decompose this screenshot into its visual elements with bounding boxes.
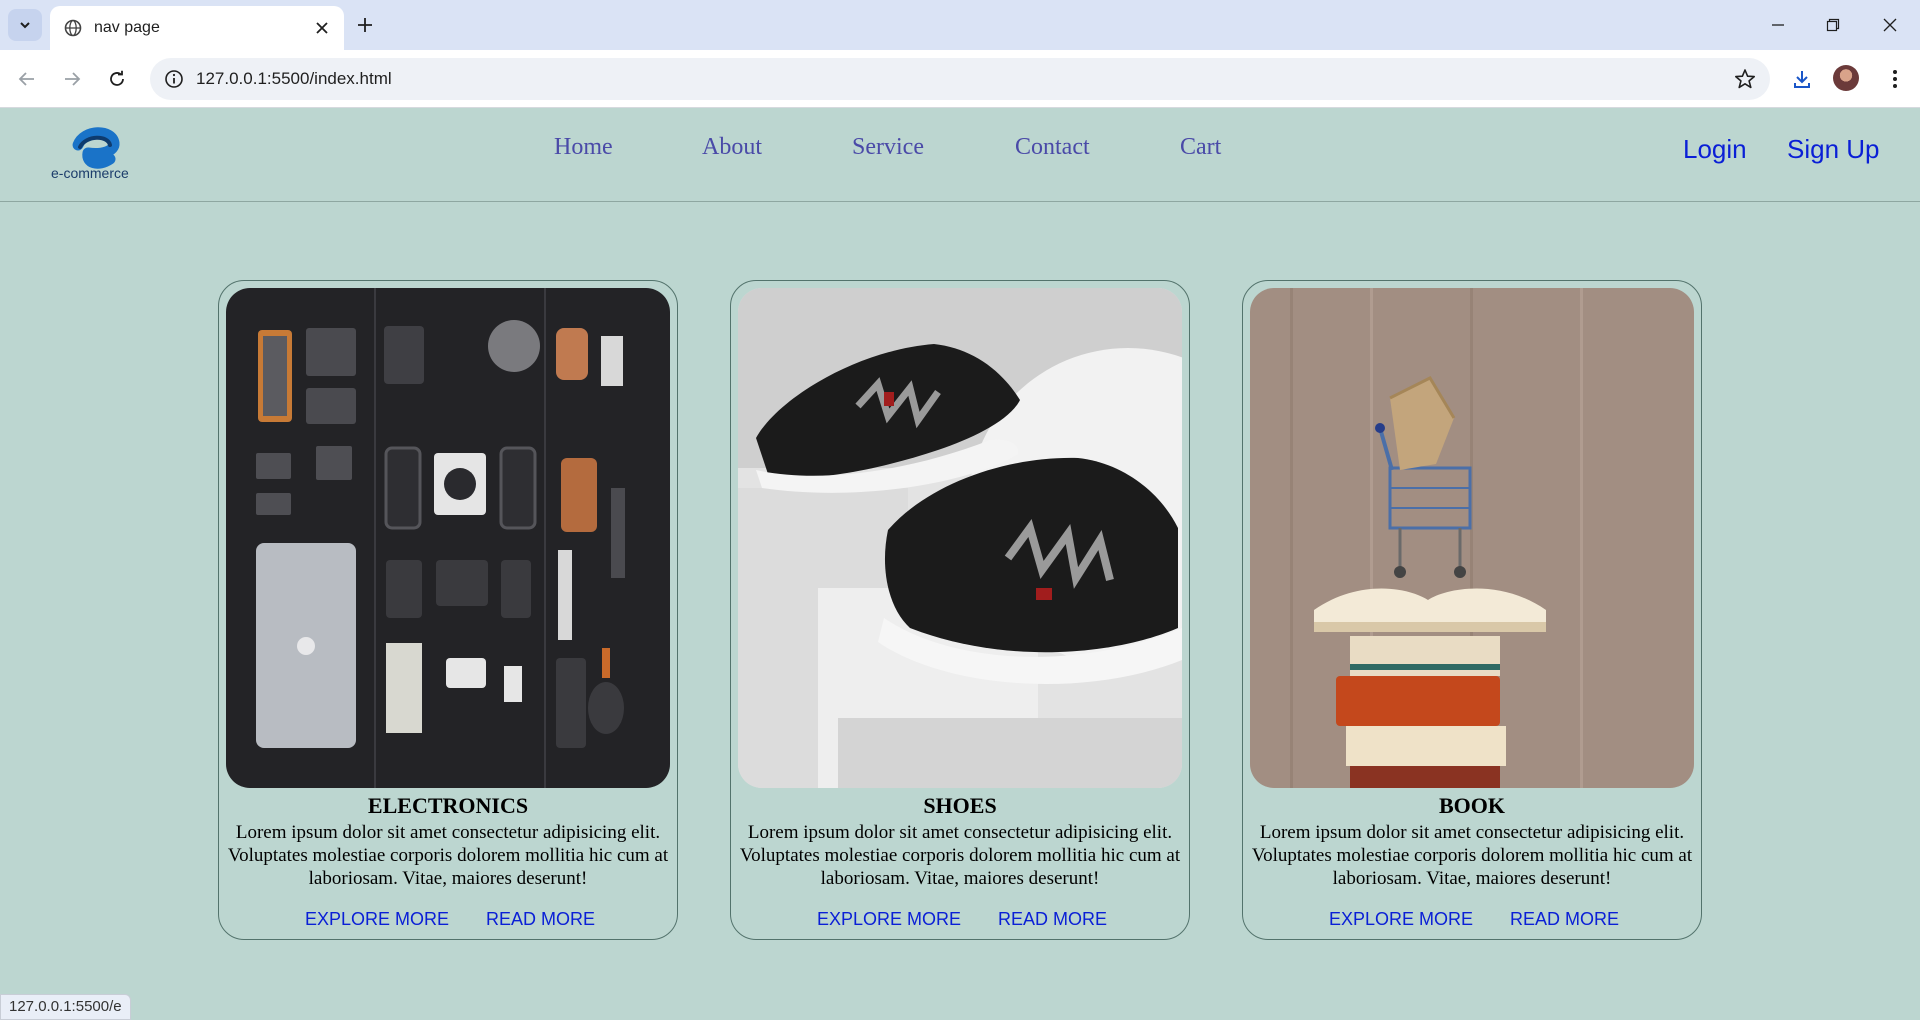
back-button[interactable] <box>12 64 42 94</box>
explore-more-button[interactable]: EXPLORE MORE <box>305 909 449 930</box>
info-icon[interactable] <box>164 69 184 89</box>
close-tab-button[interactable] <box>312 18 332 38</box>
site-header: e-commerce Home About Service Contact Ca… <box>0 109 1920 202</box>
nav-about-link[interactable]: About <box>702 134 762 161</box>
arrow-right-icon <box>65 72 81 86</box>
browser-toolbar: 127.0.0.1:5500/index.html <box>0 50 1920 108</box>
login-link[interactable]: Login <box>1683 134 1747 165</box>
nav-cart-link[interactable]: Cart <box>1180 134 1221 161</box>
close-window-button[interactable] <box>1870 10 1910 40</box>
restore-button[interactable] <box>1813 10 1853 40</box>
address-bar[interactable]: 127.0.0.1:5500/index.html <box>150 58 1770 100</box>
card-title: ELECTRONICS <box>367 793 529 818</box>
more-vert-icon <box>1893 70 1897 88</box>
shoes-image <box>738 288 1182 788</box>
minimize-icon <box>1772 24 1784 26</box>
product-card-electronics: ELECTRONICS Lorem ipsum dolor sit amet c… <box>218 280 678 940</box>
card-description: Lorem ipsum dolor sit amet consectetur a… <box>227 822 669 889</box>
read-more-button[interactable]: READ MORE <box>486 909 595 930</box>
tab-search-button[interactable] <box>8 9 42 41</box>
plus-icon <box>358 18 372 32</box>
close-icon <box>316 22 328 34</box>
book-image <box>1250 288 1694 788</box>
reload-icon <box>110 70 124 86</box>
product-card-book: BOOK Lorem ipsum dolor sit amet consecte… <box>1242 280 1702 940</box>
forward-button[interactable] <box>57 64 87 94</box>
download-icon <box>1794 71 1810 88</box>
bookmark-star-icon[interactable] <box>1734 68 1756 90</box>
browser-tab[interactable]: nav page <box>50 6 344 50</box>
product-card-shoes: SHOES Lorem ipsum dolor sit amet consect… <box>730 280 1190 940</box>
close-icon <box>1883 18 1897 32</box>
read-more-button[interactable]: READ MORE <box>998 909 1107 930</box>
card-title: BOOK <box>1438 793 1505 818</box>
ecommerce-logo-icon[interactable] <box>50 123 140 193</box>
nav-home-link[interactable]: Home <box>554 134 613 161</box>
new-tab-button[interactable] <box>352 12 378 38</box>
arrow-left-icon <box>18 72 34 86</box>
electronics-image <box>226 288 670 788</box>
read-more-button[interactable]: READ MORE <box>1510 909 1619 930</box>
url-text[interactable]: 127.0.0.1:5500/index.html <box>196 69 392 89</box>
explore-more-button[interactable]: EXPLORE MORE <box>817 909 961 930</box>
signup-link[interactable]: Sign Up <box>1787 134 1880 165</box>
card-description: Lorem ipsum dolor sit amet consectetur a… <box>1251 822 1693 889</box>
reload-button[interactable] <box>102 64 132 94</box>
nav-service-link[interactable]: Service <box>852 134 924 161</box>
explore-more-button[interactable]: EXPLORE MORE <box>1329 909 1473 930</box>
status-url-bubble: 127.0.0.1:5500/e <box>0 994 131 1020</box>
minimize-button[interactable] <box>1758 10 1798 40</box>
browser-tab-strip: nav page <box>0 0 1920 50</box>
chevron-down-icon <box>20 22 30 29</box>
card-description: Lorem ipsum dolor sit amet consectetur a… <box>739 822 1181 889</box>
logo-text: e-commerce <box>51 165 129 181</box>
browser-menu-button[interactable] <box>1880 64 1910 94</box>
globe-icon <box>64 19 82 37</box>
profile-avatar[interactable] <box>1833 65 1859 91</box>
restore-icon <box>1826 18 1840 32</box>
tab-title: nav page <box>94 19 160 36</box>
downloads-button[interactable] <box>1787 64 1817 94</box>
card-title: SHOES <box>923 793 997 818</box>
nav-contact-link[interactable]: Contact <box>1015 134 1090 161</box>
